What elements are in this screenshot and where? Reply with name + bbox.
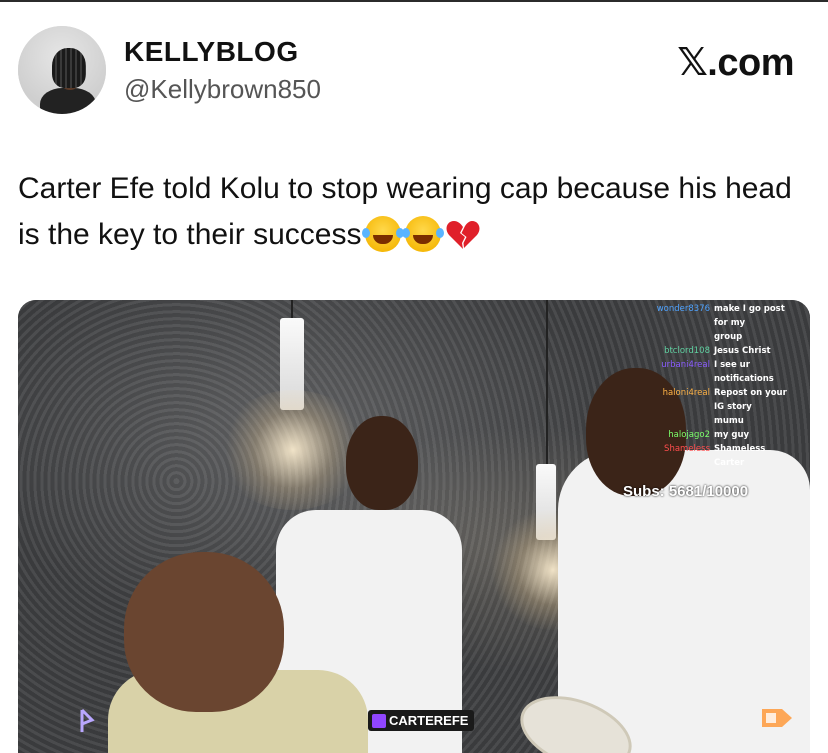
chat-text: Shameless Carter: [714, 444, 766, 468]
chat-username: urbani4real: [661, 360, 710, 370]
broken-heart-emoji-icon: [445, 218, 481, 252]
chat-message: mumu: [626, 414, 798, 428]
subs-counter: Subs: 5681/10000: [623, 483, 749, 500]
chat-message: urbani4real I see ur notifications: [626, 358, 798, 386]
chat-text: Repost on your IG story: [714, 388, 787, 412]
chat-text: make I go post for my: [714, 304, 785, 328]
tweet-text-block: Carter Efe told Kolu to stop wearing cap…: [18, 166, 818, 258]
lamp-cord: [546, 300, 548, 466]
chat-username: Shameless: [664, 444, 710, 454]
bottom-right-logo-icon: [760, 705, 794, 731]
channel-tag: CARTEREFE: [368, 710, 475, 731]
video-media[interactable]: wonder8376 make I go post for my group b…: [18, 300, 810, 753]
twitch-icon: [372, 713, 386, 728]
channel-name: CARTEREFE: [389, 713, 469, 728]
chat-username: haloni4real: [662, 388, 710, 398]
user-handle[interactable]: @Kellybrown850: [124, 74, 321, 105]
chat-message: haloni4real Repost on your IG story: [626, 386, 798, 414]
x-logo: 𝕏.com: [677, 42, 794, 84]
lamp-glow: [218, 390, 368, 510]
chat-username: [626, 414, 714, 428]
chat-text: group: [714, 332, 743, 342]
chat-message: group: [626, 330, 798, 344]
chat-text: Jesus Christ: [714, 346, 771, 356]
chat-text: mumu: [714, 416, 744, 426]
chat-username: halojago2: [668, 430, 710, 440]
chat-message: Shameless Shameless Carter: [626, 442, 798, 470]
chat-message: wonder8376 make I go post for my: [626, 302, 798, 330]
display-name[interactable]: KELLYBLOG: [124, 36, 299, 68]
chat-message: halojago2 my guy: [626, 428, 798, 442]
lamp-cord: [291, 300, 293, 320]
tears-of-joy-emoji-icon: [402, 216, 442, 252]
chat-text: I see ur notifications: [714, 360, 774, 384]
bottom-left-logo-icon: [76, 708, 98, 734]
avatar[interactable]: [18, 26, 106, 114]
chat-text: my guy: [714, 430, 750, 440]
chat-username: btclord108: [664, 346, 710, 356]
chat-username: wonder8376: [656, 304, 710, 314]
top-divider: [0, 0, 828, 2]
chat-message: btclord108 Jesus Christ: [626, 344, 798, 358]
tears-of-joy-emoji-icon: [362, 216, 402, 252]
stream-chat-overlay: wonder8376 make I go post for my group b…: [626, 302, 798, 470]
chat-username: [626, 330, 714, 344]
